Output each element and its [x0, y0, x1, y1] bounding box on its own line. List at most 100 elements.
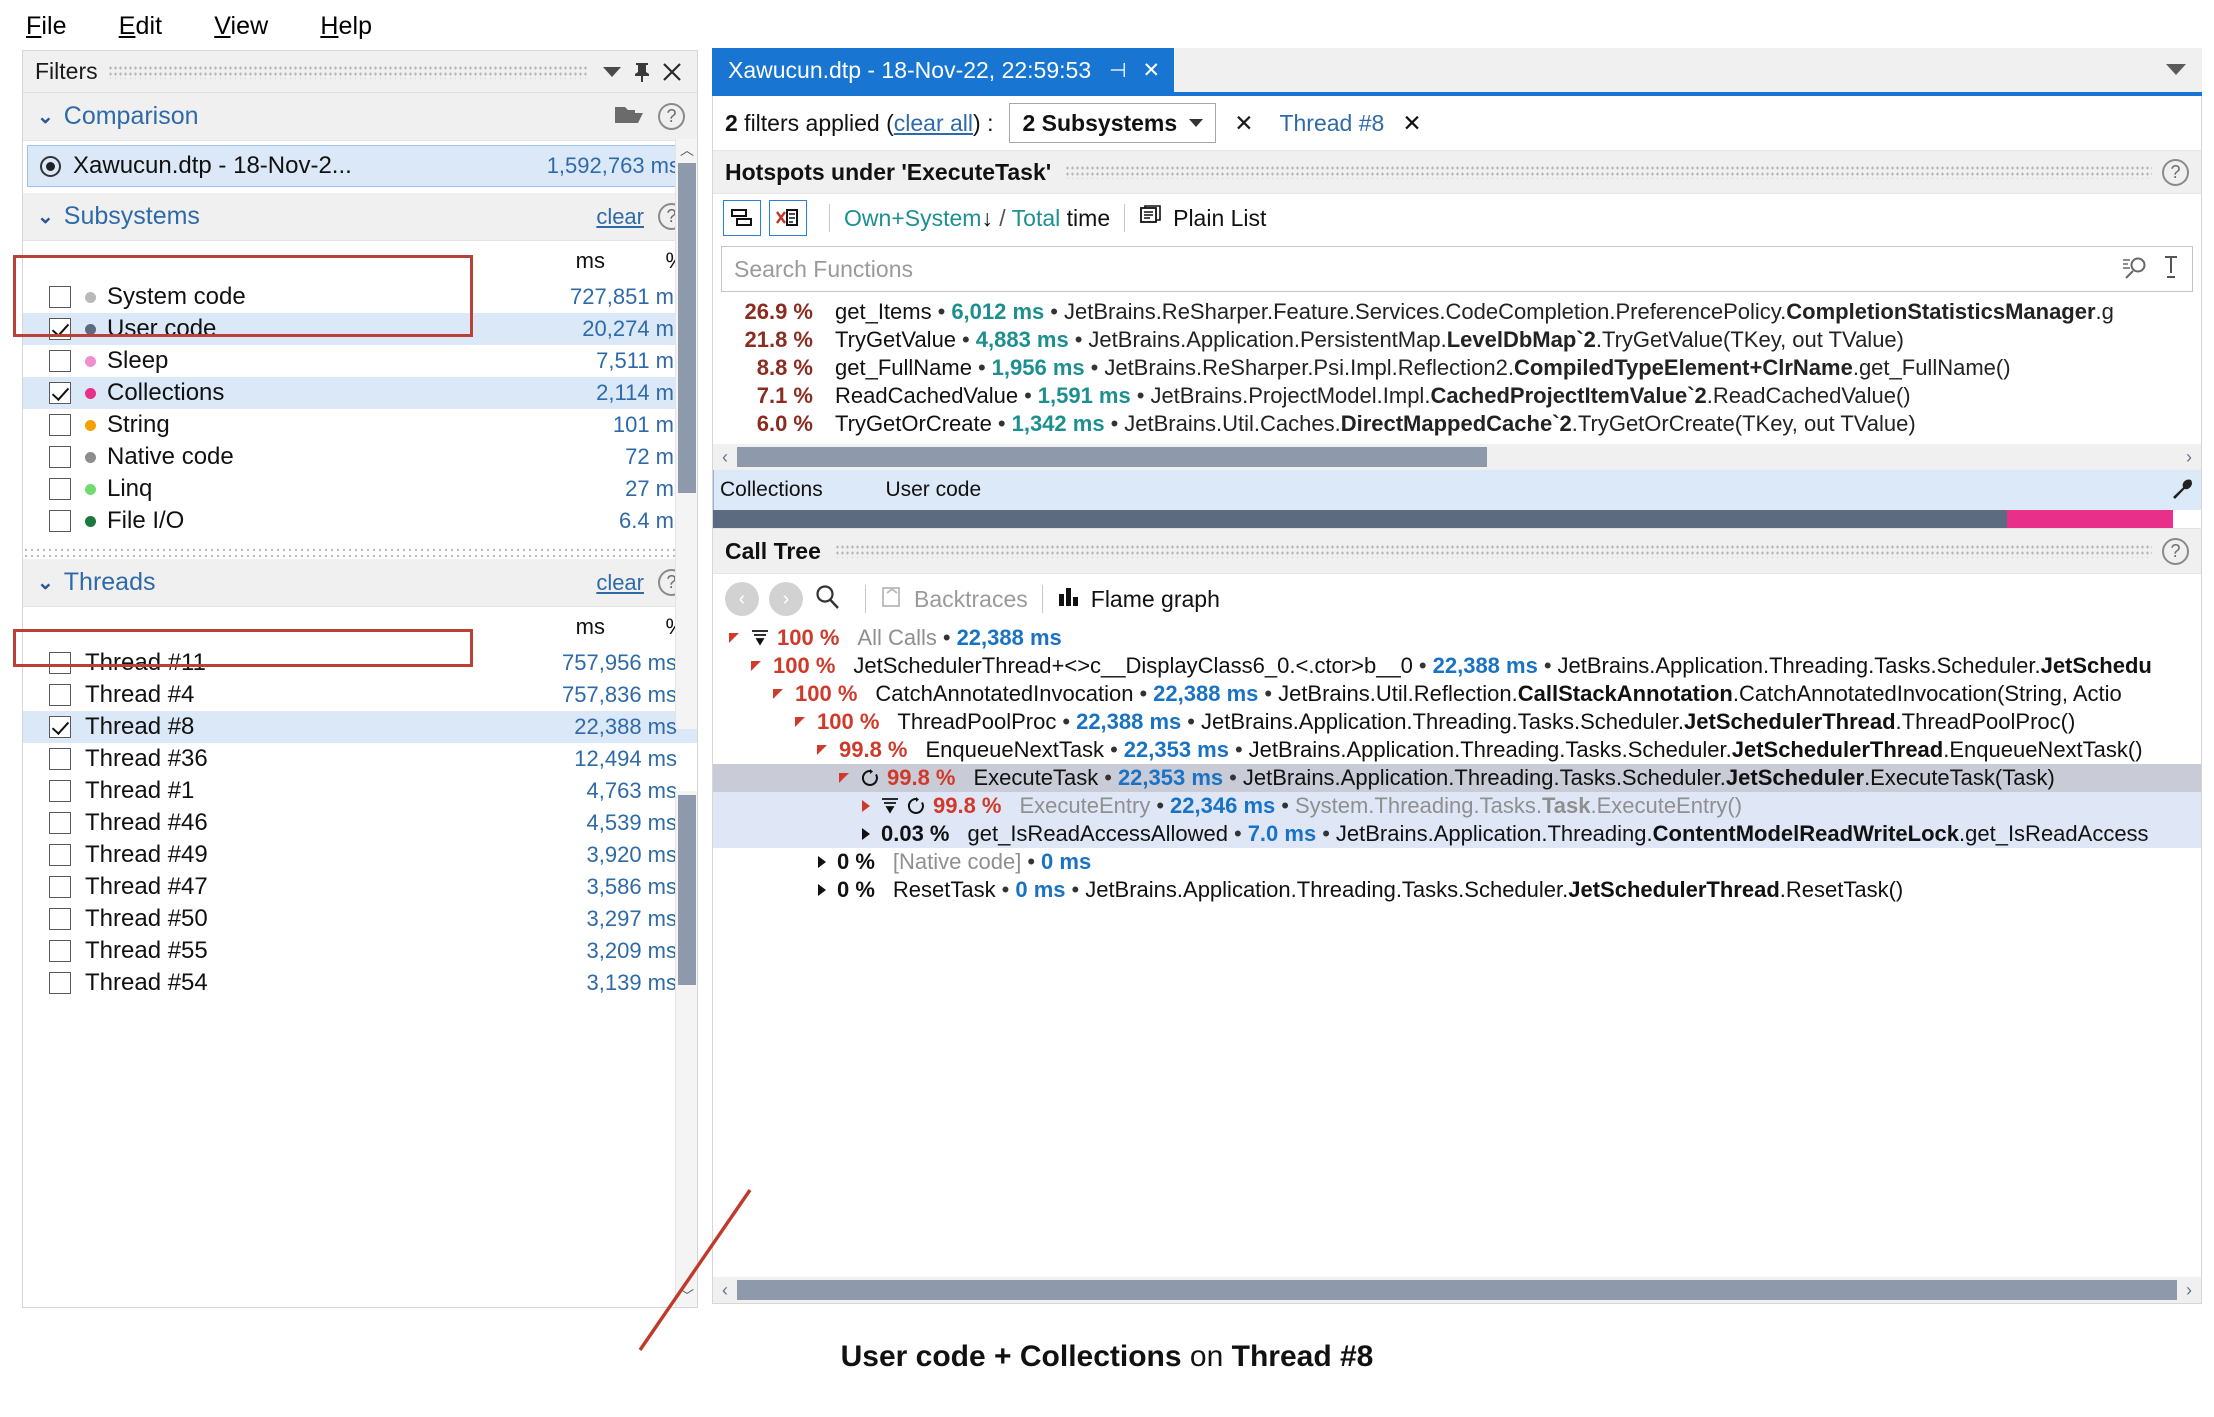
pin-icon[interactable]: ⊣ [1109, 58, 1126, 83]
thread-row[interactable]: Thread #493,920 ms [23, 839, 697, 871]
hotspots-hscrollbar[interactable]: ‹ › [713, 444, 2201, 470]
wrench-icon[interactable] [2169, 476, 2195, 508]
thread-row[interactable]: Thread #3612,494 ms [23, 743, 697, 775]
expander-triangle-icon[interactable] [815, 742, 831, 758]
expander-triangle-icon[interactable] [771, 686, 787, 702]
call-tree-row[interactable]: 100 %All Calls•22,388 ms [713, 624, 2201, 652]
filters-scrollbar[interactable]: ︿ [675, 139, 697, 729]
subsystem-row[interactable]: User code20,274 ms [23, 313, 697, 345]
search-icon[interactable] [813, 583, 841, 616]
subsystem-legend-2[interactable]: Collections [713, 470, 879, 510]
expander-triangle-icon[interactable] [859, 826, 873, 842]
checkbox-icon[interactable] [49, 876, 71, 898]
call-tree-row[interactable]: 100 %JetSchedulerThread+<>c__DisplayClas… [713, 652, 2201, 680]
call-tree-row[interactable]: 99.8 %ExecuteEntry•22,346 ms•System.Thre… [713, 792, 2201, 820]
comparison-snapshot-row[interactable]: Xawucun.dtp - 18-Nov-2... 1,592,763 ms [27, 145, 693, 187]
section-comparison[interactable]: ⌄ Comparison ? [23, 93, 697, 141]
checkbox-icon[interactable] [49, 716, 71, 738]
pin-icon[interactable] [627, 57, 657, 87]
thread-row[interactable]: Thread #543,139 ms [23, 967, 697, 999]
open-folder-icon[interactable] [614, 102, 644, 131]
checkbox-icon[interactable] [49, 318, 71, 340]
call-tree-row[interactable]: 0.03 %get_IsReadAccessAllowed•7.0 ms•Jet… [713, 820, 2201, 848]
section-subsystems[interactable]: ⌄ Subsystems clear ? [23, 193, 697, 241]
checkbox-icon[interactable] [49, 510, 71, 532]
checkbox-icon[interactable] [49, 780, 71, 802]
back-icon[interactable]: ‹ [725, 582, 759, 616]
hotspot-row[interactable]: 26.9 %get_Items•6,012 ms•JetBrains.ReSha… [713, 298, 2201, 326]
expander-triangle-icon[interactable] [815, 854, 829, 870]
call-tree-row[interactable]: 99.8 %EnqueueNextTask•22,353 ms•JetBrain… [713, 736, 2201, 764]
checkbox-icon[interactable] [49, 844, 71, 866]
checkbox-icon[interactable] [49, 940, 71, 962]
expander-triangle-icon[interactable] [837, 770, 853, 786]
menu-item-help[interactable]: Help [320, 12, 372, 41]
remove-subsystems-filter-icon[interactable]: ✕ [1234, 110, 1253, 137]
subsystem-row[interactable]: String101 ms [23, 409, 697, 441]
call-tree-row[interactable]: 100 %CatchAnnotatedInvocation•22,388 ms•… [713, 680, 2201, 708]
plain-list-icon[interactable] [1139, 205, 1163, 232]
splitter-grip[interactable] [23, 547, 697, 559]
tab-overflow-chevron-down-icon[interactable] [2166, 64, 2186, 75]
call-tree-row[interactable]: 0 %ResetTask•0 ms•JetBrains.Application.… [713, 876, 2201, 904]
search-history-icon[interactable] [2162, 255, 2180, 284]
thread-row[interactable]: Thread #14,763 ms [23, 775, 697, 807]
clear-threads-link[interactable]: clear [596, 570, 644, 596]
checkbox-icon[interactable] [49, 652, 71, 674]
call-tree-hscrollbar[interactable]: ‹ › [713, 1277, 2201, 1303]
adjust-columns-icon[interactable] [723, 200, 761, 236]
checkbox-icon[interactable] [49, 478, 71, 500]
hotspot-row[interactable]: 8.8 %get_FullName•1,956 ms•JetBrains.ReS… [713, 354, 2201, 382]
checkbox-icon[interactable] [49, 908, 71, 930]
expander-triangle-icon[interactable] [749, 658, 765, 674]
subsystem-row[interactable]: File I/O6.4 ms [23, 505, 697, 537]
expander-triangle-icon[interactable] [815, 882, 829, 898]
sort-mode-label[interactable]: Own+System↓ / Total time [844, 205, 1110, 232]
checkbox-icon[interactable] [49, 684, 71, 706]
forward-icon[interactable]: › [769, 582, 803, 616]
search-options-icon[interactable] [2122, 255, 2148, 284]
scroll-up-icon[interactable]: ︿ [676, 139, 698, 161]
thread-row[interactable]: Thread #503,297 ms [23, 903, 697, 935]
hotspot-row[interactable]: 6.0 %TryGetOrCreate•1,342 ms•JetBrains.U… [713, 410, 2201, 438]
thread-filter-chip[interactable]: Thread #8 [1279, 110, 1384, 137]
flame-graph-label[interactable]: Flame graph [1091, 586, 1220, 613]
subsystem-row[interactable]: Sleep7,511 ms [23, 345, 697, 377]
checkbox-icon[interactable] [49, 286, 71, 308]
search-input[interactable]: Search Functions [734, 256, 913, 283]
clear-subsystems-link[interactable]: clear [596, 204, 644, 230]
search-functions-box[interactable]: Search Functions [721, 246, 2193, 292]
help-icon[interactable]: ? [2162, 159, 2189, 186]
chevron-down-icon[interactable] [597, 57, 627, 87]
close-icon[interactable]: ✕ [1143, 58, 1161, 83]
hide-system-code-icon[interactable] [769, 200, 807, 236]
thread-row[interactable]: Thread #822,388 ms [23, 711, 697, 743]
radio-icon[interactable] [40, 156, 61, 177]
thread-row[interactable]: Thread #11757,956 ms [23, 647, 697, 679]
thread-row[interactable]: Thread #464,539 ms [23, 807, 697, 839]
checkbox-icon[interactable] [49, 972, 71, 994]
call-tree-row[interactable]: 99.8 %ExecuteTask•22,353 ms•JetBrains.Ap… [713, 764, 2201, 792]
subsystem-row[interactable]: Collections2,114 ms [23, 377, 697, 409]
remove-thread-filter-icon[interactable]: ✕ [1402, 110, 1421, 137]
subsystem-row[interactable]: Native code72 ms [23, 441, 697, 473]
help-icon[interactable]: ? [2162, 538, 2189, 565]
checkbox-icon[interactable] [49, 382, 71, 404]
menu-item-edit[interactable]: Edit [119, 12, 163, 41]
checkbox-icon[interactable] [49, 350, 71, 372]
tab-snapshot[interactable]: Xawucun.dtp - 18-Nov-22, 22:59:53 ⊣ ✕ [712, 48, 1174, 92]
close-icon[interactable] [657, 57, 687, 87]
subsystem-row[interactable]: System code727,851 ms [23, 281, 697, 313]
subsystems-filter-chip[interactable]: 2 Subsystems [1009, 103, 1216, 143]
flame-graph-icon[interactable] [1057, 586, 1081, 613]
section-threads[interactable]: ⌄ Threads clear ? [23, 559, 697, 607]
expander-triangle-icon[interactable] [727, 630, 743, 646]
expander-triangle-icon[interactable] [859, 798, 873, 814]
call-tree-row[interactable]: 0 %[Native code]•0 ms [713, 848, 2201, 876]
checkbox-icon[interactable] [49, 414, 71, 436]
checkbox-icon[interactable] [49, 446, 71, 468]
expander-triangle-icon[interactable] [793, 714, 809, 730]
subsystem-row[interactable]: Linq27 ms [23, 473, 697, 505]
thread-row[interactable]: Thread #473,586 ms [23, 871, 697, 903]
hotspot-row[interactable]: 21.8 %TryGetValue•4,883 ms•JetBrains.App… [713, 326, 2201, 354]
